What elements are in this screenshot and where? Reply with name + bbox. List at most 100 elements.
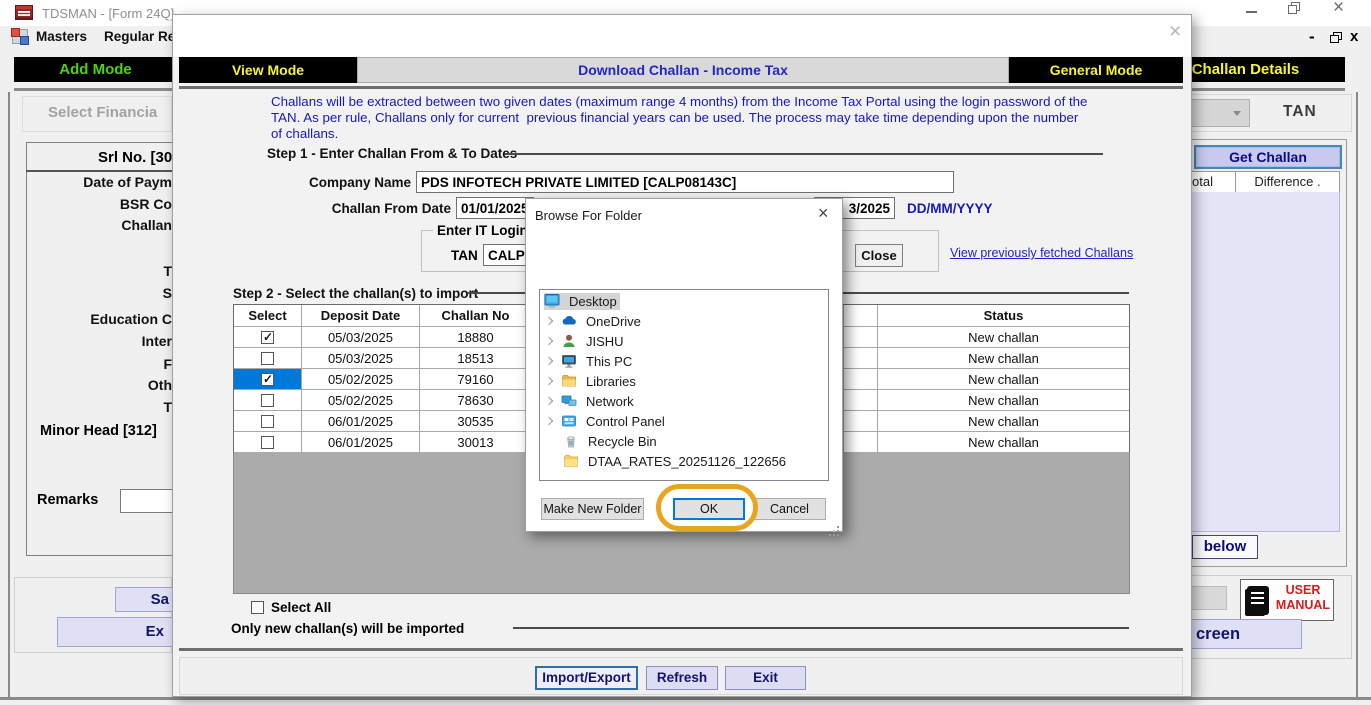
tree-item-control-panel[interactable]: Control Panel [540, 411, 828, 431]
row-select-cell[interactable] [234, 390, 302, 410]
tree-item-network[interactable]: Network [540, 391, 828, 411]
resize-grip[interactable] [837, 526, 839, 528]
get-challan-button[interactable]: Get Challan [1194, 145, 1342, 169]
dialog-close-icon[interactable]: × [1169, 20, 1181, 44]
save-button[interactable]: Sa [115, 587, 172, 612]
mdi-minimize-icon[interactable]: - [1309, 27, 1315, 47]
tab-general-mode[interactable]: General Mode [1009, 57, 1183, 83]
challan-no-cell: 18513 [420, 348, 532, 368]
challan-no-cell: 18880 [420, 327, 532, 347]
field-label-education-cess: Education C [90, 311, 172, 327]
import-note: Only new challan(s) will be imported [231, 621, 464, 636]
deposit-date-cell: 05/03/2025 [302, 327, 420, 347]
field-label-fee: F [163, 356, 172, 372]
tree-item-label: Control Panel [583, 413, 668, 430]
row-checkbox[interactable] [261, 331, 274, 344]
challan-no-cell: 30535 [420, 411, 532, 431]
tree-item-recycle-bin[interactable]: Recycle Bin [540, 431, 828, 451]
select-all-label: Select All [271, 600, 331, 615]
user-manual-line2: MANUAL [1274, 598, 1332, 613]
window-minimize-icon[interactable] [1246, 11, 1257, 13]
row-checkbox[interactable] [261, 436, 274, 449]
field-label-others: Oth [148, 377, 172, 393]
cancel-button[interactable]: Cancel [753, 498, 826, 520]
status-cell: New challan [878, 432, 1129, 453]
app-icon [15, 5, 33, 20]
window-restore-icon[interactable] [1288, 2, 1301, 15]
row-select-cell[interactable] [234, 411, 302, 431]
view-fetched-challans-link[interactable]: View previously fetched Challans [950, 246, 1133, 260]
deposit-date-cell: 05/02/2025 [302, 390, 420, 410]
row-select-cell[interactable] [234, 369, 302, 389]
row-select-cell[interactable] [234, 432, 302, 453]
hidden-cell [844, 369, 878, 389]
step1-title: Step 1 - Enter Challan From & To Dates [267, 146, 517, 161]
header-status: Status [878, 305, 1129, 326]
hidden-cell [844, 390, 878, 410]
browse-for-folder-dialog: Browse For Folder × Desktop OneDrive JIS… [525, 198, 843, 532]
deposit-date-cell: 06/01/2025 [302, 411, 420, 431]
row-checkbox[interactable] [261, 373, 274, 386]
row-checkbox[interactable] [261, 352, 274, 365]
tree-item-desktop[interactable]: Desktop [540, 291, 828, 311]
tree-item-onedrive[interactable]: OneDrive [540, 311, 828, 331]
select-all-checkbox[interactable] [251, 601, 264, 614]
window-frame-bottom [0, 697, 1371, 700]
remarks-input[interactable] [120, 489, 172, 513]
desktop-icon [544, 293, 560, 309]
chevron-right-icon[interactable] [545, 417, 553, 425]
onedrive-icon [561, 313, 577, 329]
window-title: TDSMAN - [Form 24Q] [42, 6, 174, 21]
tree-item-label: OneDrive [583, 313, 644, 330]
window-frame-left [8, 92, 10, 697]
dialog-heading: Download Challan - Income Tax [357, 57, 1009, 83]
menu-masters[interactable]: Masters [36, 29, 87, 44]
below-button[interactable]: below [1192, 535, 1258, 559]
total-column-header: otal [1188, 171, 1236, 193]
browse-close-icon[interactable]: × [818, 203, 829, 224]
exit-button[interactable]: Exit [725, 666, 806, 690]
hidden-cell [844, 327, 878, 347]
header-select: Select [234, 305, 302, 326]
import-export-button[interactable]: Import/Export [535, 666, 638, 690]
chevron-right-icon[interactable] [545, 317, 553, 325]
refresh-button[interactable]: Refresh [646, 666, 718, 690]
row-checkbox[interactable] [261, 415, 274, 428]
close-button[interactable]: Close [855, 244, 903, 267]
remarks-label: Remarks [37, 492, 98, 508]
header-hidden [844, 305, 878, 326]
row-select-cell[interactable] [234, 327, 302, 347]
tree-item-label: Network [583, 393, 637, 410]
tree-item-libraries[interactable]: Libraries [540, 371, 828, 391]
tab-view-mode[interactable]: View Mode [179, 57, 357, 83]
row-checkbox[interactable] [261, 394, 274, 407]
tree-item-dtaa-folder[interactable]: DTAA_RATES_20251126_122656 [540, 451, 828, 471]
user-icon [561, 333, 577, 349]
field-label-t: T [163, 263, 172, 279]
challan-from-date-input[interactable]: 01/01/2025 [456, 197, 534, 219]
dialog-title-strip [173, 15, 1191, 57]
chevron-right-icon[interactable] [545, 377, 553, 385]
tree-item-user[interactable]: JISHU [540, 331, 828, 351]
chevron-right-icon[interactable] [545, 397, 553, 405]
tree-item-this-pc[interactable]: This PC [540, 351, 828, 371]
row-select-cell[interactable] [234, 348, 302, 368]
mdi-restore-icon[interactable] [1330, 32, 1343, 44]
select-financial-label: Select Financia [48, 104, 157, 121]
divider [26, 170, 172, 172]
form-icon [12, 29, 28, 44]
chevron-right-icon[interactable] [545, 357, 553, 365]
chevron-right-icon[interactable] [545, 337, 553, 345]
exit-button-left[interactable]: Ex [57, 617, 172, 647]
field-label-total: T [163, 399, 172, 415]
deposit-date-cell: 05/03/2025 [302, 348, 420, 368]
header-deposit-date: Deposit Date [302, 305, 420, 326]
divider [179, 86, 1183, 89]
tree-item-label: Desktop [566, 293, 620, 310]
window-close-icon[interactable]: × [1333, 0, 1344, 19]
computer-icon [561, 353, 577, 369]
make-new-folder-button[interactable]: Make New Folder [541, 498, 644, 520]
mdi-close-icon[interactable]: x [1350, 28, 1358, 45]
recycle-bin-icon [563, 433, 579, 449]
company-name-input[interactable]: PDS INFOTECH PRIVATE LIMITED [CALP08143C… [416, 171, 954, 193]
